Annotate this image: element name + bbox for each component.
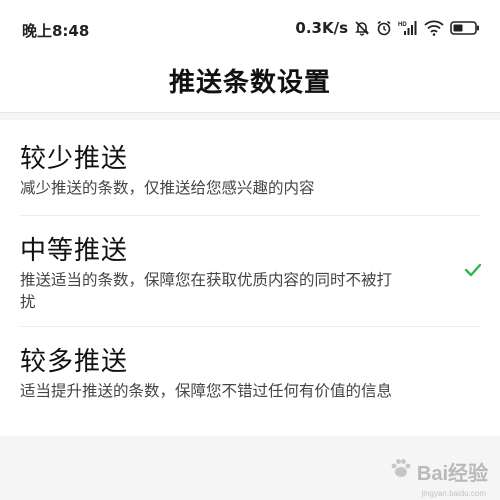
option-description: 适当提升推送的条数，保障您不错过任何有价值的信息 (20, 382, 393, 400)
option-title: 较少推送 (20, 144, 129, 174)
signal-icon: HD (398, 20, 418, 36)
push-frequency-options: 较少推送 减少推送的条数，仅推送给您感兴趣的内容 中等推送 推送适当的条数，保障… (0, 120, 500, 436)
option-less-push[interactable]: 较少推送 减少推送的条数，仅推送给您感兴趣的内容 (0, 120, 500, 215)
selected-check-icon (464, 262, 482, 281)
status-icons: 0.3K/s HD (295, 19, 480, 37)
status-time: 晚上8:48 (22, 22, 90, 40)
option-title: 较多推送 (20, 347, 129, 377)
alarm-icon (376, 20, 392, 36)
option-title: 中等推送 (20, 236, 129, 266)
status-bar: 晚上8:48 0.3K/s HD (0, 0, 500, 56)
option-medium-push[interactable]: 中等推送 推送适当的条数，保障您在获取优质内容的同时不被打扰 (0, 216, 500, 326)
baidu-jingyan-watermark: Bai经验 jingyan.baidu.com (389, 456, 488, 498)
watermark-paw-icon (389, 456, 413, 486)
mute-bell-icon (354, 20, 370, 36)
option-description: 推送适当的条数，保障您在获取优质内容的同时不被打扰 (20, 271, 393, 311)
wifi-icon (424, 20, 444, 36)
page-title: 推送条数设置 (168, 68, 331, 98)
option-more-push[interactable]: 较多推送 适当提升推送的条数，保障您不错过任何有价值的信息 (0, 327, 500, 436)
network-speed: 0.3K/s (295, 19, 348, 37)
option-description: 减少推送的条数，仅推送给您感兴趣的内容 (20, 179, 315, 197)
title-bar: 推送条数设置 (0, 56, 500, 113)
signal-hd-label: HD (398, 22, 407, 28)
watermark-text: Bai经验 (416, 462, 488, 485)
battery-icon (450, 20, 480, 36)
watermark-url: jingyan.baidu.com (421, 489, 486, 498)
